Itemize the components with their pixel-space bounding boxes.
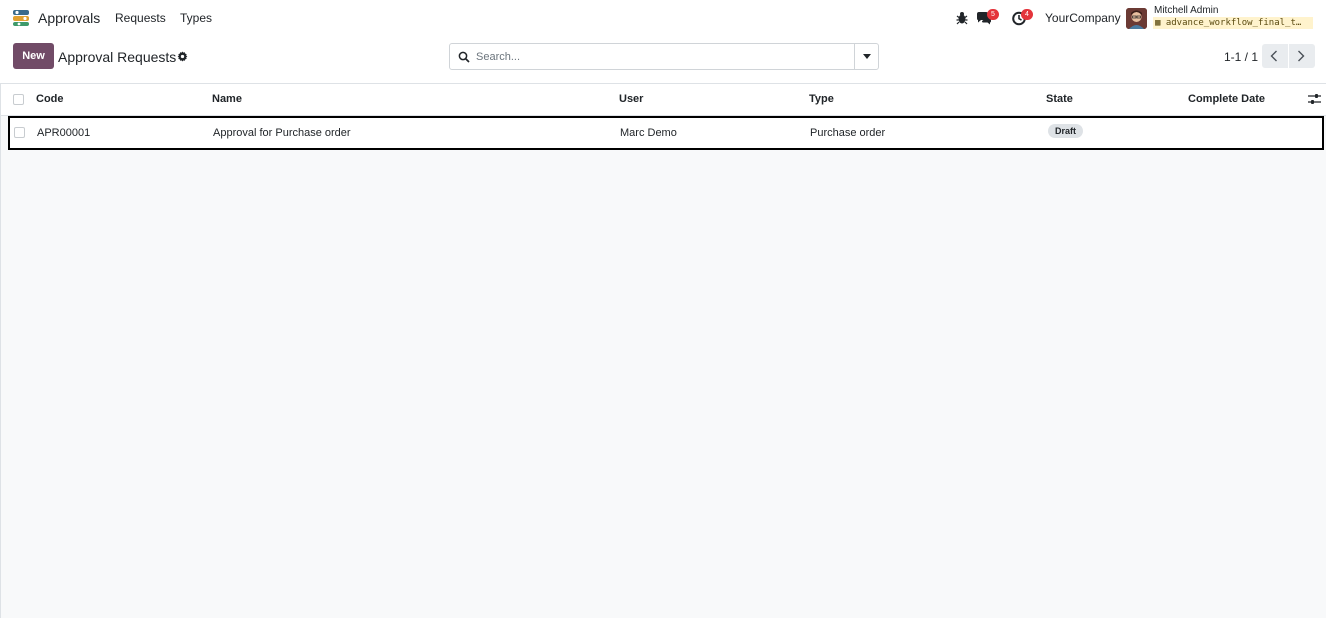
optional-columns-toggle-icon[interactable]	[1308, 93, 1321, 105]
column-header-name[interactable]: Name	[212, 93, 242, 105]
cell-name: Approval for Purchase order	[213, 127, 351, 139]
column-header-state[interactable]: State	[1046, 93, 1073, 105]
select-all-checkbox[interactable]	[13, 94, 24, 105]
user-avatar[interactable]	[1126, 8, 1147, 29]
cell-code: APR00001	[37, 127, 91, 139]
search-icon	[458, 51, 470, 63]
list-view: Code Name User Type State Complete Date …	[0, 83, 1326, 618]
column-header-code[interactable]: Code	[36, 93, 64, 105]
database-name: ▦ advance_workflow_final_t…	[1153, 17, 1313, 29]
gear-icon[interactable]	[177, 51, 188, 62]
messages-badge: 5	[987, 9, 999, 20]
menu-types[interactable]: Types	[180, 11, 212, 25]
page-title: Approval Requests	[58, 49, 177, 65]
column-header-type[interactable]: Type	[809, 93, 834, 105]
caret-down-icon	[863, 54, 871, 59]
pager-previous-button[interactable]	[1262, 44, 1288, 68]
user-name[interactable]: Mitchell Admin	[1154, 5, 1218, 16]
search-input[interactable]	[476, 48, 846, 66]
approvals-app-icon[interactable]	[12, 9, 30, 27]
table-row[interactable]: APR00001 Approval for Purchase order Mar…	[8, 116, 1324, 150]
top-navbar: Approvals Requests Types 5 4 YourCompany…	[0, 0, 1326, 36]
cell-type: Purchase order	[810, 127, 886, 139]
table-header: Code Name User Type State Complete Date	[1, 84, 1326, 116]
bug-icon[interactable]	[954, 10, 970, 26]
search-bar	[449, 43, 879, 70]
app-name[interactable]: Approvals	[38, 10, 100, 26]
activities-badge: 4	[1021, 9, 1033, 20]
chevron-right-icon	[1298, 50, 1305, 62]
chevron-left-icon	[1270, 50, 1277, 62]
row-checkbox[interactable]	[14, 127, 25, 138]
database-label: advance_workflow_final_t…	[1165, 18, 1302, 28]
status-badge: Draft	[1048, 124, 1084, 138]
column-header-complete-date[interactable]: Complete Date	[1188, 93, 1265, 105]
menu-requests[interactable]: Requests	[115, 11, 166, 25]
search-options-toggle[interactable]	[854, 44, 878, 69]
company-switcher[interactable]: YourCompany	[1045, 11, 1121, 25]
database-icon: ▦	[1155, 18, 1166, 28]
cell-user: Marc Demo	[620, 127, 677, 139]
pager-value[interactable]: 1-1 / 1	[1224, 50, 1258, 64]
new-button[interactable]: New	[13, 43, 54, 69]
column-header-user[interactable]: User	[619, 93, 643, 105]
pager-next-button[interactable]	[1289, 44, 1315, 68]
